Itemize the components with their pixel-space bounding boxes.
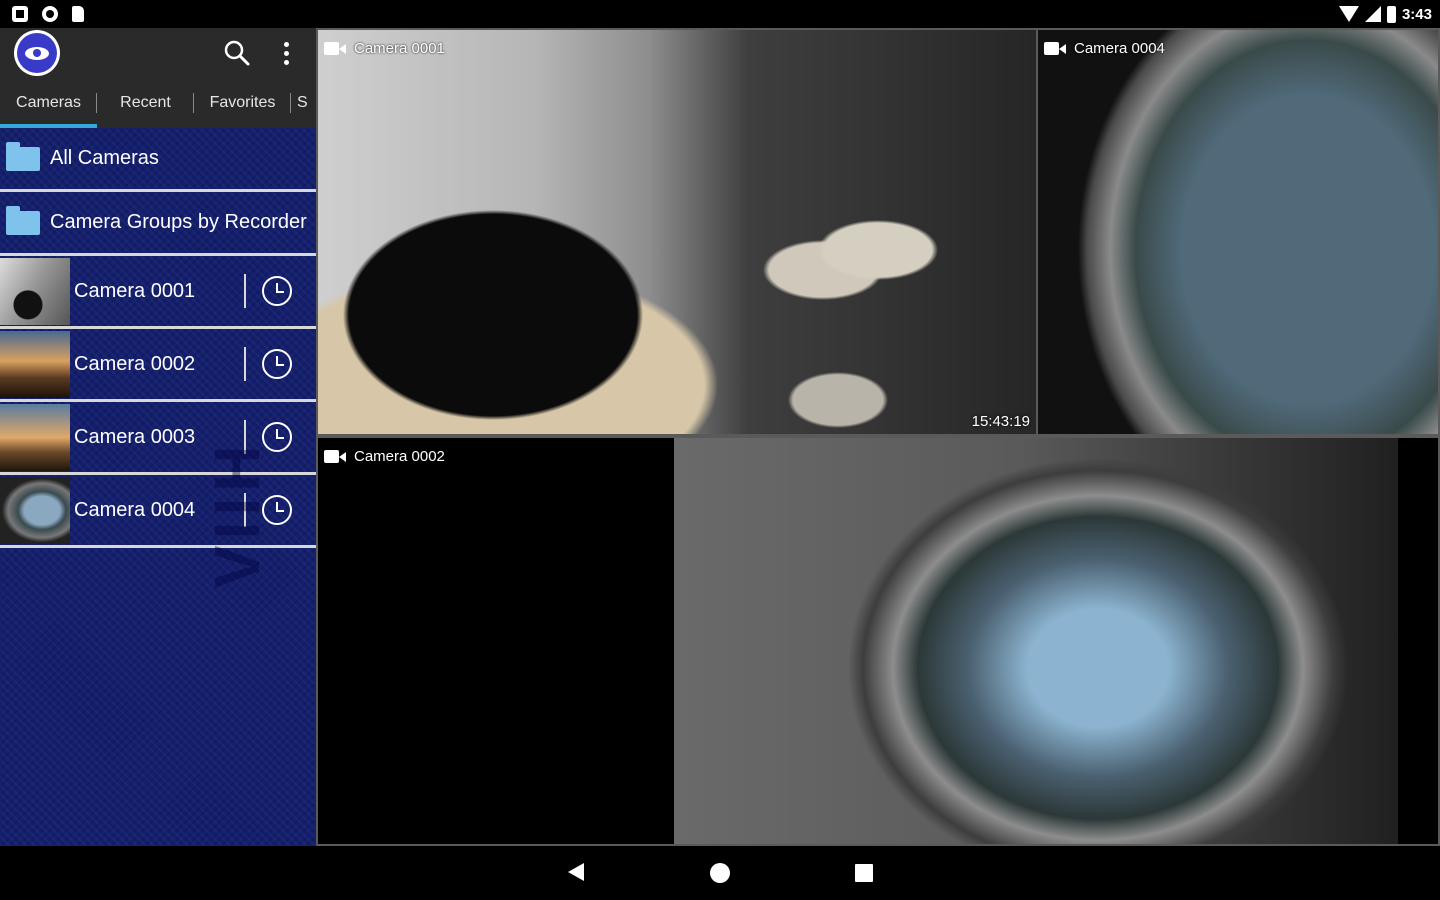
- status-time: 3:43: [1401, 5, 1432, 23]
- list-item-camera-groups[interactable]: Camera Groups by Recorder: [0, 192, 316, 256]
- battery-icon: [1386, 5, 1396, 23]
- system-nav-bar: [0, 846, 1440, 900]
- tab-recent[interactable]: Recent: [97, 78, 194, 128]
- video-view-camera-0002[interactable]: Camera 0002: [316, 436, 1440, 846]
- video-camera-icon: [324, 42, 346, 55]
- eye-icon: [25, 46, 49, 60]
- tab-bar: Cameras Recent Favorites S: [0, 78, 316, 128]
- camera-thumbnail: [0, 330, 70, 398]
- playback-clock-icon[interactable]: [262, 276, 292, 306]
- app-bar: [0, 28, 316, 78]
- status-bar: 3:43: [0, 0, 1440, 28]
- video-view-label: Camera 0001: [354, 40, 445, 57]
- list-item-all-cameras[interactable]: All Cameras: [0, 128, 316, 192]
- home-icon[interactable]: [710, 863, 730, 883]
- camera-thumbnail: [0, 476, 70, 544]
- video-view-camera-0001[interactable]: Camera 0001 15:43:19: [316, 28, 1038, 436]
- list-item-label: Camera Groups by Recorder: [50, 211, 307, 233]
- folder-icon: [6, 141, 40, 171]
- camera-thumbnail: [0, 257, 70, 325]
- camera-row-0002[interactable]: Camera 0002: [0, 329, 316, 402]
- video-view-label: Camera 0004: [1074, 40, 1165, 57]
- notification-icon: [12, 6, 28, 22]
- playback-clock-icon[interactable]: [262, 349, 292, 379]
- tab-cameras[interactable]: Cameras: [0, 78, 97, 128]
- video-camera-icon: [324, 450, 346, 463]
- camera-list-panel: Cameras Recent Favorites S All Cameras C…: [0, 28, 316, 846]
- camera-row-0001[interactable]: Camera 0001: [0, 256, 316, 329]
- camera-label: Camera 0001: [74, 279, 196, 302]
- video-view-camera-0004[interactable]: Camera 0004: [1036, 28, 1440, 436]
- cell-signal-icon: [1364, 6, 1381, 22]
- camera-thumbnail: [0, 403, 70, 471]
- record-icon: [42, 6, 58, 22]
- wifi-icon: [1338, 6, 1359, 22]
- recent-apps-icon[interactable]: [855, 864, 873, 882]
- folder-icon: [6, 205, 40, 235]
- list-item-label: All Cameras: [50, 147, 159, 169]
- more-vert-icon[interactable]: [280, 38, 292, 68]
- app-logo[interactable]: [14, 30, 60, 76]
- video-timestamp: 15:43:19: [971, 413, 1030, 430]
- search-icon[interactable]: [222, 38, 252, 68]
- tab-favorites[interactable]: Favorites: [194, 78, 291, 128]
- video-view-label: Camera 0002: [354, 448, 445, 465]
- brand-watermark: VIIH: [201, 439, 273, 588]
- back-icon[interactable]: [568, 863, 584, 881]
- sd-card-icon: [72, 6, 84, 22]
- video-camera-icon: [1044, 42, 1066, 55]
- tab-overflow[interactable]: S: [291, 78, 316, 128]
- camera-label: Camera 0002: [74, 352, 196, 375]
